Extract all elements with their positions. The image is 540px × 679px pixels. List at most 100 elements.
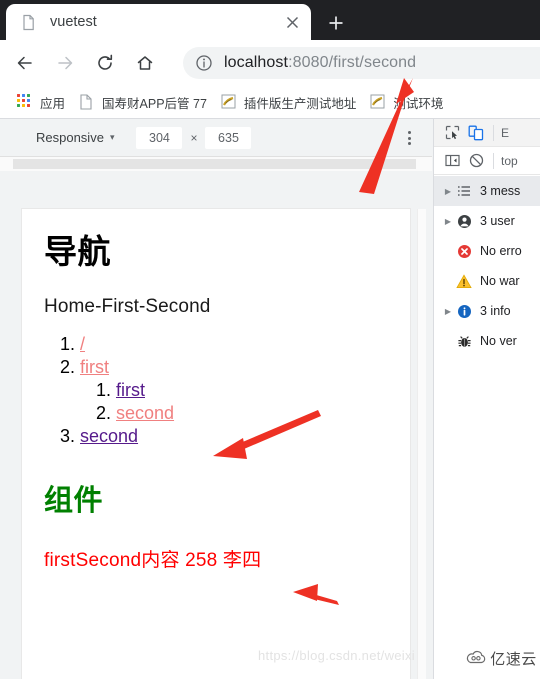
- tab-title: vuetest: [50, 14, 97, 30]
- apps-grid-icon: [17, 94, 33, 110]
- sidebar-item-messages[interactable]: ▶ 3 mess: [434, 176, 540, 206]
- nav-sublist: first second: [80, 380, 388, 424]
- dimension-separator: ×: [190, 130, 198, 145]
- list-item: second: [80, 426, 388, 447]
- device-toolbar-icon[interactable]: [464, 121, 488, 145]
- page-icon: [221, 94, 237, 110]
- chevron-right-icon[interactable]: ▶: [442, 187, 454, 196]
- sidebar-item-label: No war: [480, 274, 520, 288]
- bookmark-label: 应用: [40, 96, 66, 111]
- site-logo-text: 亿速云: [490, 650, 537, 668]
- device-preset-label: Responsive: [36, 130, 104, 145]
- viewport-height-input[interactable]: 635: [205, 126, 252, 149]
- bug-icon: [454, 334, 474, 349]
- show-console-sidebar-icon[interactable]: [440, 149, 464, 173]
- component-output-text: firstSecond内容 258 李四: [44, 549, 262, 571]
- page-heading-component: 组件: [44, 484, 104, 517]
- emulated-viewport: 导航 Home-First-Second / first first: [0, 171, 432, 679]
- sidebar-item-errors[interactable]: No erro: [434, 236, 540, 266]
- page-icon: [370, 94, 386, 110]
- home-button[interactable]: [128, 46, 162, 80]
- nav-link-second[interactable]: second: [80, 426, 138, 446]
- browser-window: vuetest localhost:8080/first/second 应用 国…: [0, 0, 540, 679]
- bookmark-item[interactable]: 国寿财APP后管 77: [72, 90, 214, 114]
- tab-strip: vuetest: [0, 0, 540, 40]
- nav-link-first[interactable]: first: [80, 357, 109, 377]
- kebab-menu-icon[interactable]: [402, 131, 416, 145]
- console-sidebar-list: ▶ 3 mess ▶ 3 user No erro No war ▶ 3 inf…: [434, 176, 540, 356]
- sidebar-item-label: 3 mess: [480, 184, 521, 198]
- bookmark-item[interactable]: 插件版生产测试地址: [214, 90, 364, 114]
- sidebar-item-label: 3 info: [480, 304, 511, 318]
- home-icon: [137, 56, 153, 70]
- url-host: localhost: [224, 54, 289, 71]
- nav-list: / first first second: [44, 334, 388, 447]
- bookmark-label: 插件版生产测试地址: [243, 96, 357, 111]
- csdn-watermark: https://blog.csdn.net/weixi: [258, 648, 415, 663]
- site-logo-badge: 亿速云: [462, 637, 540, 679]
- close-icon[interactable]: [281, 11, 303, 33]
- forward-button[interactable]: [48, 46, 82, 80]
- document-icon: [20, 14, 37, 31]
- bookmarks-bar: 应用 国寿财APP后管 77 插件版生产测试地址 测试环境: [0, 86, 540, 118]
- execution-context-selector[interactable]: top: [501, 154, 518, 168]
- bookmark-apps[interactable]: 应用: [10, 90, 72, 114]
- console-toolbar: top: [434, 147, 540, 175]
- arrow-left-icon: [17, 56, 32, 70]
- list-item: first first second: [80, 357, 388, 424]
- viewport-width-input[interactable]: 304: [136, 126, 183, 149]
- list-item: /: [80, 334, 388, 355]
- browser-toolbar: localhost:8080/first/second: [0, 40, 540, 86]
- viewport-ruler: [0, 157, 432, 171]
- address-bar-url: localhost:8080/first/second: [224, 54, 416, 72]
- sidebar-item-label: No ver: [480, 334, 517, 348]
- error-icon: [454, 244, 474, 259]
- user-icon: [454, 214, 474, 229]
- page-scrollbar[interactable]: [417, 209, 426, 679]
- reload-icon: [98, 54, 113, 70]
- list-item: first: [116, 380, 388, 401]
- list-icon: [454, 184, 474, 198]
- device-preset-dropdown[interactable]: Responsive ▾: [36, 130, 114, 145]
- chevron-right-icon[interactable]: ▶: [442, 217, 454, 226]
- info-circle-icon[interactable]: [195, 54, 213, 72]
- breadcrumb: Home-First-Second: [44, 295, 211, 317]
- back-button[interactable]: [8, 46, 42, 80]
- sidebar-item-label: No erro: [480, 244, 522, 258]
- devtools-tab-label[interactable]: E: [501, 126, 509, 140]
- arrow-right-icon: [58, 56, 73, 70]
- devtools-main-toolbar: E: [434, 119, 540, 147]
- address-bar[interactable]: localhost:8080/first/second: [183, 47, 540, 79]
- nav-sublink-first[interactable]: first: [116, 380, 145, 400]
- bookmark-label: 国寿财APP后管 77: [102, 96, 207, 111]
- cloud-logo-icon: [467, 650, 486, 664]
- reload-button[interactable]: [88, 46, 122, 80]
- toolbar-separator: [493, 124, 494, 141]
- web-page: 导航 Home-First-Second / first first: [22, 209, 410, 679]
- chevron-down-icon: ▾: [109, 132, 115, 142]
- sidebar-item-user-messages[interactable]: ▶ 3 user: [434, 206, 540, 236]
- browser-tab[interactable]: vuetest: [6, 4, 311, 40]
- plus-icon: [329, 16, 343, 30]
- nav-link-root[interactable]: /: [80, 334, 85, 354]
- document-icon: [79, 94, 95, 110]
- ruler-track: [12, 159, 416, 169]
- sidebar-item-verbose[interactable]: No ver: [434, 326, 540, 356]
- bookmark-item[interactable]: 测试环境: [363, 90, 450, 114]
- sidebar-item-label: 3 user: [480, 214, 515, 228]
- sidebar-item-warnings[interactable]: No war: [434, 266, 540, 296]
- toolbar-separator: [493, 152, 494, 169]
- bookmark-label: 测试环境: [393, 96, 444, 111]
- new-tab-button[interactable]: [322, 9, 350, 37]
- clear-console-icon[interactable]: [464, 149, 488, 173]
- nav-sublink-second[interactable]: second: [116, 403, 174, 423]
- url-path: :8080/first/second: [288, 54, 417, 71]
- sidebar-item-info[interactable]: ▶ 3 info: [434, 296, 540, 326]
- warning-icon: [454, 273, 474, 289]
- page-heading-nav: 导航: [44, 233, 111, 270]
- inspect-element-icon[interactable]: [440, 121, 464, 145]
- devtools-panel: Responsive ▾ 304 × 635 导航 Home-First-Sec…: [0, 119, 540, 679]
- info-icon: [454, 304, 474, 319]
- console-panel: E top ▶ 3 mess ▶ 3 user No erro No war ▶…: [433, 119, 540, 679]
- chevron-right-icon[interactable]: ▶: [442, 307, 454, 316]
